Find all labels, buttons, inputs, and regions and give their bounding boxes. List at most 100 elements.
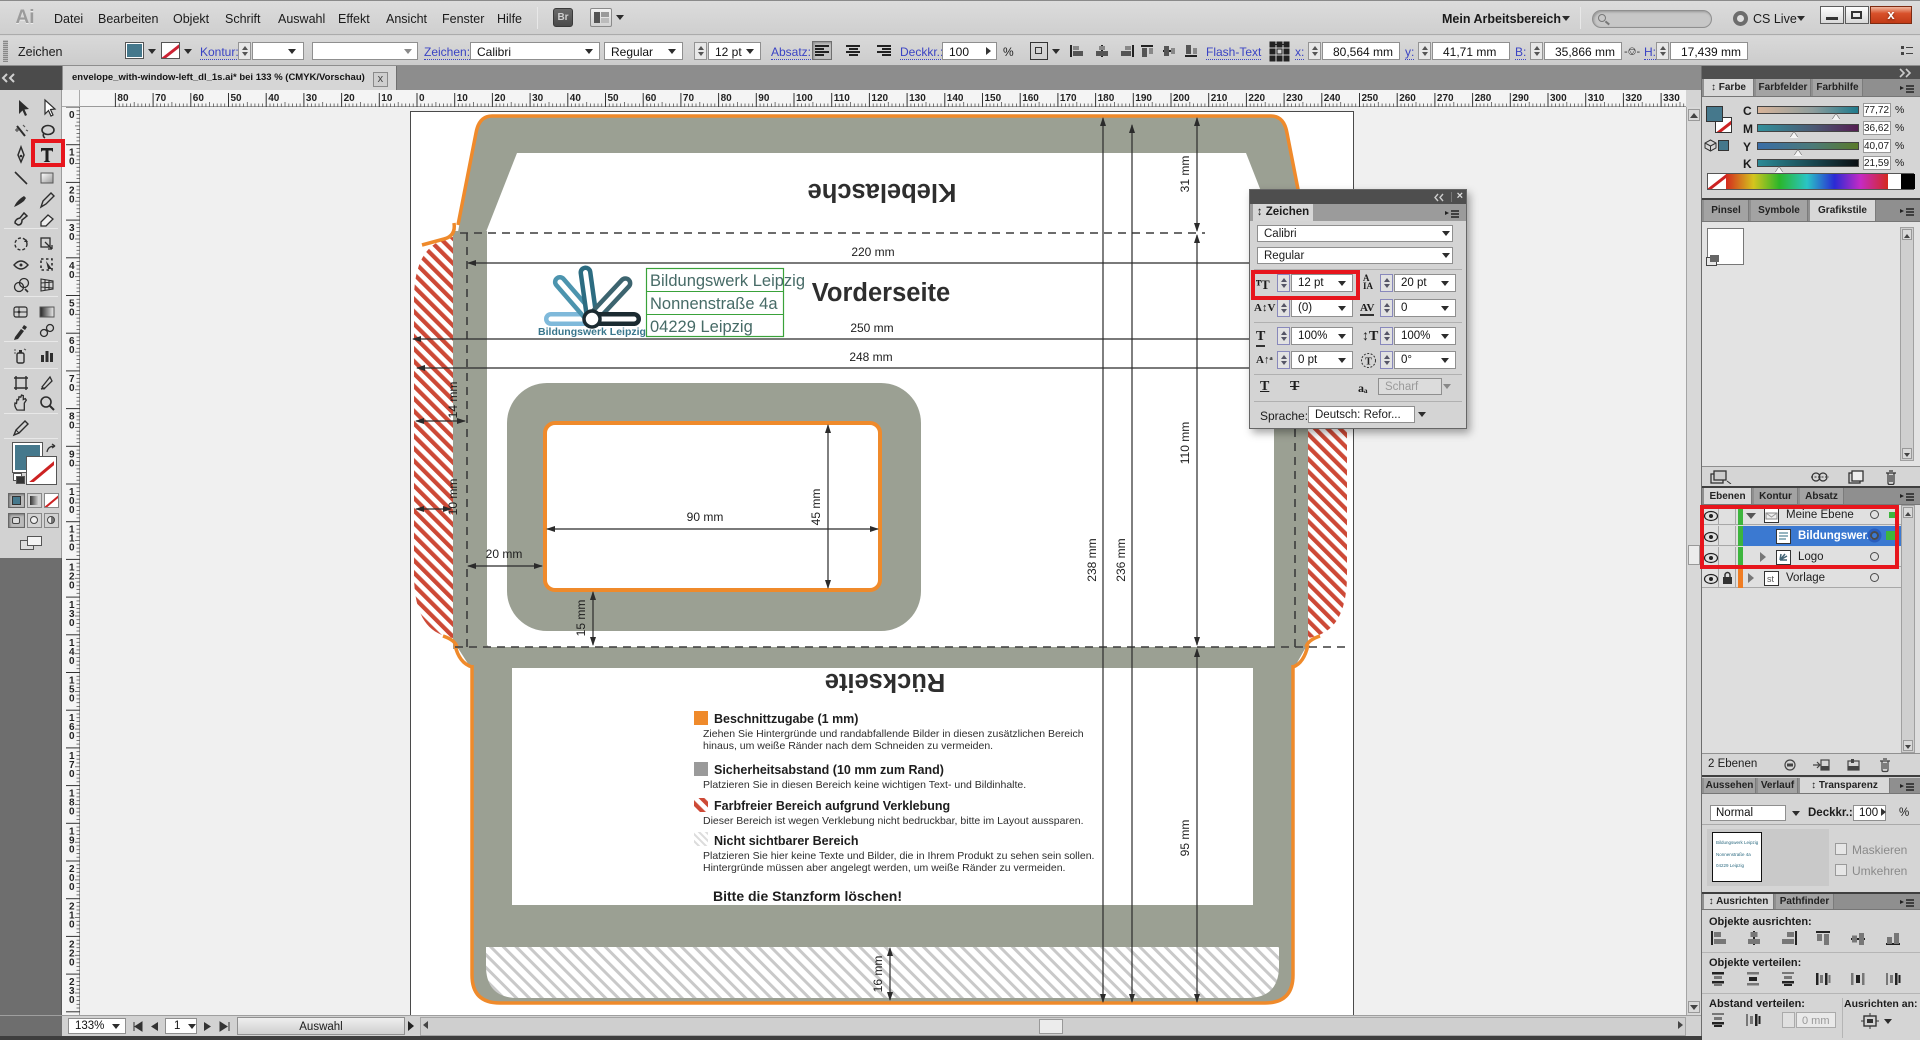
- svg-text:40: 40: [570, 93, 582, 104]
- svg-text:0: 0: [69, 383, 75, 394]
- svg-text:50: 50: [608, 93, 620, 104]
- svg-text:20 mm: 20 mm: [486, 547, 523, 561]
- svg-text:Nicht sichtbarer Bereich: Nicht sichtbarer Bereich: [714, 834, 859, 848]
- svg-text:Platzieren Sie hier keine Text: Platzieren Sie hier keine Texte und Bild…: [703, 850, 1094, 862]
- svg-text:Farbfreier Bereich aufgrund Ve: Farbfreier Bereich aufgrund Verklebung: [714, 799, 950, 813]
- svg-text:Bildungswerk Leipzig: Bildungswerk Leipzig: [650, 272, 805, 290]
- svg-text:0: 0: [69, 920, 75, 931]
- svg-text:270: 270: [1437, 93, 1454, 104]
- svg-text:0: 0: [69, 882, 75, 893]
- svg-text:60: 60: [645, 93, 657, 104]
- svg-text:280: 280: [1475, 93, 1492, 104]
- svg-text:210: 210: [1211, 93, 1228, 104]
- svg-text:250 mm: 250 mm: [850, 321, 893, 335]
- svg-text:st: st: [1767, 574, 1775, 584]
- svg-text:110: 110: [834, 93, 851, 104]
- svg-text:10: 10: [381, 93, 393, 104]
- svg-text:150: 150: [985, 93, 1002, 104]
- svg-text:45 mm: 45 mm: [809, 489, 823, 526]
- svg-text:330: 330: [1663, 93, 1680, 104]
- svg-text:0: 0: [69, 618, 75, 629]
- svg-text:230: 230: [1286, 93, 1303, 104]
- svg-text:0: 0: [69, 194, 75, 205]
- svg-text:Rückseite: Rückseite: [825, 668, 945, 696]
- svg-text:238 mm: 238 mm: [1085, 538, 1099, 581]
- svg-text:0: 0: [69, 110, 75, 121]
- svg-text:0: 0: [69, 232, 75, 243]
- svg-text:110 mm: 110 mm: [1178, 422, 1192, 464]
- svg-text:04229 Leipzig: 04229 Leipzig: [650, 318, 753, 336]
- svg-text:120: 120: [871, 93, 888, 104]
- svg-text:0: 0: [69, 543, 75, 554]
- svg-text:0: 0: [69, 458, 75, 469]
- svg-text:70: 70: [155, 93, 167, 104]
- svg-text:0: 0: [419, 93, 425, 104]
- svg-text:170: 170: [1060, 93, 1077, 104]
- svg-text:140: 140: [947, 93, 964, 104]
- svg-text:Bitte die Stanzform löschen!: Bitte die Stanzform löschen!: [713, 888, 902, 904]
- svg-text:14 mm: 14 mm: [446, 382, 460, 419]
- svg-text:180: 180: [1098, 93, 1115, 104]
- svg-text:15 mm: 15 mm: [574, 600, 588, 637]
- svg-text:T: T: [1365, 357, 1372, 368]
- svg-text:Dieser Bereich ist wegen Verkl: Dieser Bereich ist wegen Verklebung nich…: [703, 815, 1084, 827]
- svg-text:260: 260: [1399, 93, 1416, 104]
- svg-text:0: 0: [69, 580, 75, 591]
- svg-text:hinaus, um weiße Ränder nach d: hinaus, um weiße Ränder nach dem Schneid…: [703, 740, 993, 752]
- svg-text:30: 30: [532, 93, 544, 104]
- svg-text:60: 60: [193, 93, 205, 104]
- svg-text:220 mm: 220 mm: [851, 245, 894, 259]
- svg-text:190: 190: [1135, 93, 1152, 104]
- svg-text:50: 50: [231, 93, 243, 104]
- svg-text:95 mm: 95 mm: [1178, 820, 1192, 857]
- svg-text:Platzieren Sie in diesen Berei: Platzieren Sie in diesen Bereich keine w…: [703, 779, 1026, 791]
- svg-text:30: 30: [306, 93, 318, 104]
- svg-text:0: 0: [69, 731, 75, 742]
- svg-text:0: 0: [69, 769, 75, 780]
- svg-text:0: 0: [69, 807, 75, 818]
- svg-text:0: 0: [69, 157, 75, 168]
- svg-text:40: 40: [268, 93, 280, 104]
- svg-text:250: 250: [1362, 93, 1379, 104]
- svg-text:220: 220: [1248, 93, 1265, 104]
- svg-text:80: 80: [721, 93, 733, 104]
- svg-text:20: 20: [494, 93, 506, 104]
- svg-text:0: 0: [69, 995, 75, 1006]
- svg-text:300: 300: [1550, 93, 1567, 104]
- svg-text:100: 100: [796, 93, 813, 104]
- svg-text:0: 0: [69, 421, 75, 432]
- svg-text:0: 0: [69, 656, 75, 667]
- svg-text:Bildungswerk Leipzig: Bildungswerk Leipzig: [538, 326, 646, 338]
- svg-text:90 mm: 90 mm: [687, 510, 724, 524]
- svg-text:0: 0: [69, 270, 75, 281]
- svg-text:0: 0: [69, 694, 75, 705]
- svg-text:200: 200: [1173, 93, 1190, 104]
- svg-text:0: 0: [69, 505, 75, 516]
- svg-text:Nonnenstraße 4a: Nonnenstraße 4a: [650, 295, 778, 313]
- svg-text:Vorderseite: Vorderseite: [812, 279, 950, 307]
- svg-text:240: 240: [1324, 93, 1341, 104]
- svg-text:0: 0: [69, 308, 75, 319]
- svg-text:10: 10: [457, 93, 469, 104]
- svg-text:248 mm: 248 mm: [849, 350, 892, 364]
- svg-text:Beschnittzugabe (1 mm): Beschnittzugabe (1 mm): [714, 712, 858, 726]
- svg-text:16 mm: 16 mm: [871, 956, 885, 993]
- svg-text:20: 20: [344, 93, 356, 104]
- svg-text:0: 0: [69, 844, 75, 855]
- svg-text:Ziehen Sie Hintergründe und ra: Ziehen Sie Hintergründe und randabfallen…: [703, 728, 1084, 740]
- svg-text:31 mm: 31 mm: [1178, 156, 1192, 193]
- svg-text:Klebelasche: Klebelasche: [808, 178, 957, 206]
- svg-text:290: 290: [1512, 93, 1529, 104]
- svg-text:236 mm: 236 mm: [1114, 538, 1128, 581]
- svg-text:320: 320: [1625, 93, 1642, 104]
- svg-text:160: 160: [1022, 93, 1039, 104]
- svg-text:10 mm: 10 mm: [446, 479, 460, 516]
- svg-text:70: 70: [683, 93, 695, 104]
- svg-text:0: 0: [69, 345, 75, 356]
- svg-text:90: 90: [758, 93, 770, 104]
- svg-text:Sicherheitsabstand (10 mm zum: Sicherheitsabstand (10 mm zum Rand): [714, 763, 944, 777]
- svg-text:310: 310: [1588, 93, 1605, 104]
- svg-text:Hintergründe müssen aber angel: Hintergründe müssen aber angelegt werden…: [703, 862, 1065, 874]
- svg-text:80: 80: [117, 93, 129, 104]
- svg-text:130: 130: [909, 93, 926, 104]
